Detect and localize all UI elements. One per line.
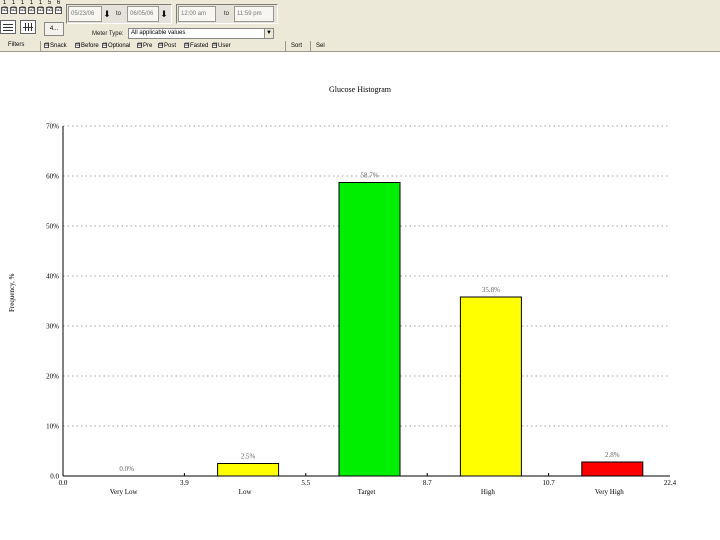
bar bbox=[217, 463, 280, 477]
y-tick-label: 40% bbox=[46, 273, 59, 281]
x-boundary-label: 0.0 bbox=[59, 479, 68, 487]
x-category-label: Low bbox=[239, 488, 253, 496]
x-boundary-label: 10.7 bbox=[542, 479, 555, 487]
bar bbox=[459, 296, 522, 477]
y-tick-label: 30% bbox=[46, 323, 59, 331]
x-boundary-label: 8.7 bbox=[423, 479, 432, 487]
y-tick-label: 10% bbox=[46, 423, 59, 431]
bar-value-label: 2.5% bbox=[241, 453, 256, 461]
bar bbox=[581, 461, 644, 477]
bar bbox=[338, 182, 401, 477]
x-category-label: Very High bbox=[595, 488, 624, 496]
y-tick-label: 50% bbox=[46, 223, 59, 231]
bar-value-label: 0.0% bbox=[119, 465, 134, 473]
x-boundary-label: 3.9 bbox=[180, 479, 189, 487]
bar-value-label: 35.8% bbox=[482, 286, 500, 294]
bar-value-label: 58.7% bbox=[360, 172, 378, 180]
x-boundary-label: 22.4 bbox=[664, 479, 677, 487]
y-tick-label: 60% bbox=[46, 173, 59, 181]
x-category-label: High bbox=[481, 488, 496, 496]
x-category-label: Very Low bbox=[110, 488, 139, 496]
y-tick-label: 70% bbox=[46, 123, 59, 131]
y-tick-label: 20% bbox=[46, 373, 59, 381]
bar-value-label: 2.8% bbox=[605, 451, 620, 459]
histogram-chart: 0.0 10% 20% 30% 40% 50% 60% 70% 0.0% Very Low 2.5%… bbox=[46, 123, 677, 497]
x-category-label: Target bbox=[358, 488, 376, 496]
x-boundary-label: 5.5 bbox=[301, 479, 310, 487]
